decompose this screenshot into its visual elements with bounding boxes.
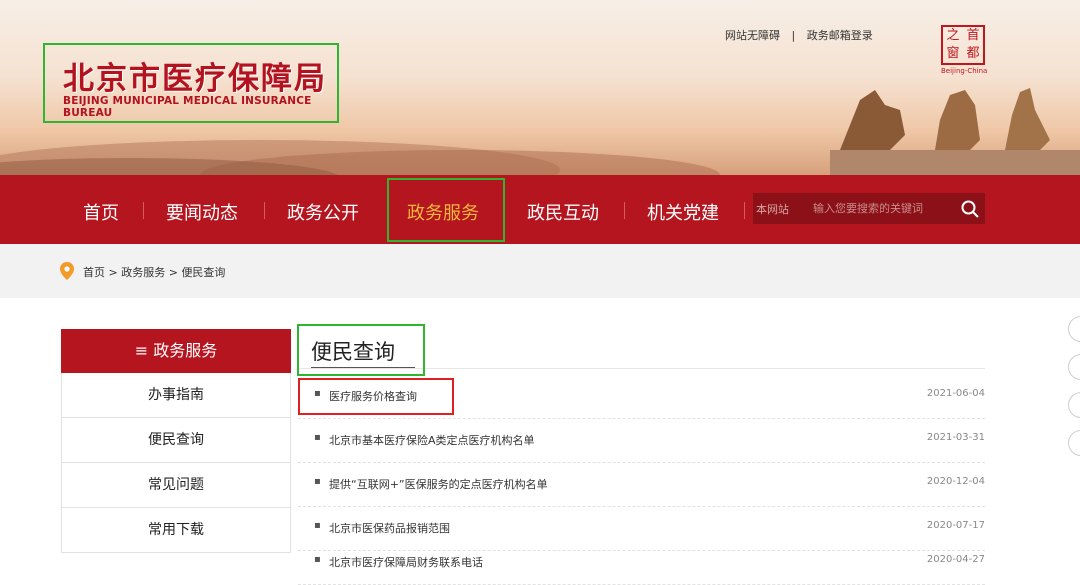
share-button[interactable]	[1068, 430, 1080, 456]
breadcrumb-trail: 首页 > 政务服务 > 便民查询	[83, 264, 225, 280]
nav-home[interactable]: 首页	[83, 199, 119, 225]
seal-char: 窗	[946, 46, 960, 61]
seal-char: 都	[966, 46, 980, 61]
list-item-date: 2020-12-04	[926, 476, 985, 487]
seal-caption: Beijing-China	[941, 67, 988, 75]
list-item-title[interactable]: 提供“互联网+”医保服务的定点医疗机构名单	[329, 476, 548, 492]
list-item-date: 2021-06-04	[926, 388, 985, 399]
list-item-title[interactable]: 北京市基本医疗保险A类定点医疗机构名单	[329, 432, 535, 448]
bronze-statues-image	[830, 88, 1080, 175]
bullet-icon: ▪	[314, 476, 321, 487]
bullet-icon: ▪	[314, 554, 321, 565]
share-button[interactable]	[1068, 316, 1080, 342]
share-button[interactable]	[1068, 392, 1080, 418]
nav-divider	[143, 202, 144, 219]
search-input[interactable]	[813, 197, 953, 220]
site-logo[interactable]: 北京市医疗保障局 BEIJING MUNICIPAL MEDICAL INSUR…	[43, 43, 339, 123]
nav-highlight-box	[387, 178, 505, 242]
list-item-date: 2020-07-17	[926, 520, 985, 531]
sidebar-item-query[interactable]: 便民查询	[61, 418, 291, 463]
logo-title-en: BEIJING MUNICIPAL MEDICAL INSURANCE BURE…	[63, 95, 312, 119]
list-item[interactable]: ▪ 北京市基本医疗保险A类定点医疗机构名单 2021-03-31	[298, 418, 985, 463]
nav-divider	[624, 202, 625, 219]
site-header: 北京市医疗保障局 BEIJING MUNICIPAL MEDICAL INSUR…	[0, 0, 1080, 175]
bullet-icon: ▪	[314, 520, 321, 531]
map-pin-icon	[60, 262, 74, 280]
nav-news[interactable]: 要闻动态	[166, 199, 238, 225]
breadcrumb: 首页 > 政务服务 > 便民查询	[0, 244, 1080, 298]
nav-divider	[264, 202, 265, 219]
list-item-date: 2020-04-27	[926, 554, 985, 565]
breadcrumb-home[interactable]: 首页	[83, 266, 105, 279]
breadcrumb-separator: >	[105, 266, 122, 279]
accessibility-link[interactable]: 网站无障碍	[725, 29, 780, 42]
row-highlight-box	[298, 378, 454, 415]
list-item-title[interactable]: 北京市医疗保障局财务联系电话	[329, 554, 483, 570]
nav-party-building[interactable]: 机关党建	[647, 199, 719, 225]
top-links: 网站无障碍 | 政务邮箱登录	[725, 27, 873, 43]
breadcrumb-current: 便民查询	[181, 266, 226, 279]
share-button[interactable]	[1068, 354, 1080, 380]
sidebar-item-guide[interactable]: 办事指南	[61, 373, 291, 418]
seal-char: 首	[966, 28, 980, 43]
list-item[interactable]: ▪ 提供“互联网+”医保服务的定点医疗机构名单 2020-12-04	[298, 462, 985, 507]
search-bar: 本网站	[753, 193, 985, 224]
logo-title-cn: 北京市医疗保障局	[63, 61, 327, 97]
sidebar-item-faq[interactable]: 常见问题	[61, 463, 291, 508]
list-item[interactable]: ▪ 北京市医疗保障局财务联系电话 2020-04-27	[298, 540, 985, 585]
email-login-link[interactable]: 政务邮箱登录	[807, 29, 873, 42]
nav-interaction[interactable]: 政民互动	[527, 199, 599, 225]
search-scope-select[interactable]: 本网站	[756, 201, 789, 217]
breadcrumb-services[interactable]: 政务服务	[121, 266, 165, 279]
link-separator: |	[791, 29, 796, 42]
breadcrumb-separator: >	[165, 266, 182, 279]
nav-divider	[744, 202, 745, 219]
title-highlight-box	[297, 324, 425, 376]
bullet-icon: ▪	[314, 432, 321, 443]
nav-public-affairs[interactable]: 政务公开	[287, 199, 359, 225]
sidebar-title: ≡ 政务服务	[61, 329, 291, 373]
search-icon[interactable]	[960, 199, 980, 219]
capital-window-seal[interactable]: 之 首 窗 都	[941, 25, 985, 65]
list-item-date: 2021-03-31	[926, 432, 985, 443]
list-item-title[interactable]: 北京市医保药品报销范围	[329, 520, 450, 536]
sidebar-item-downloads[interactable]: 常用下载	[61, 508, 291, 553]
seal-char: 之	[946, 28, 960, 43]
